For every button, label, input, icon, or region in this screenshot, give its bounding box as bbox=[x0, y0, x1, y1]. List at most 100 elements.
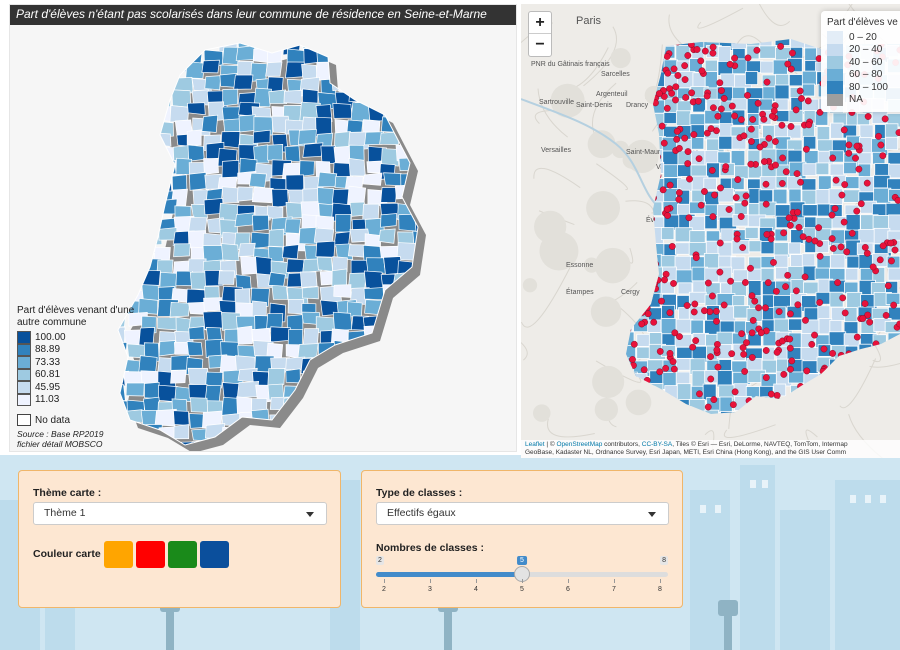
color-button-orange[interactable] bbox=[104, 541, 133, 568]
legend-swatch bbox=[17, 331, 31, 344]
nb-classes-slider[interactable]: 2 8 5 2 3 4 5 6 7 8 bbox=[376, 556, 668, 596]
chevron-down-icon bbox=[306, 512, 314, 517]
leaflet-legend-row: 60 – 80 bbox=[827, 68, 900, 81]
leaflet-legend-row: 0 – 20 bbox=[827, 31, 900, 44]
leaflet-legend-label: NA bbox=[849, 94, 863, 106]
chevron-down-icon bbox=[648, 512, 656, 517]
static-map-legend: Part d'élèves venant d'une autre commune… bbox=[17, 305, 147, 449]
leaflet-legend-swatch bbox=[827, 31, 843, 44]
leaflet-map[interactable]: Paris Argenteuil Saint-Denis Drancy Sarcelle… bbox=[521, 4, 900, 458]
leaflet-legend-label: 0 – 20 bbox=[849, 31, 877, 43]
place-label: Argenteuil bbox=[596, 91, 628, 98]
slider-tick bbox=[568, 579, 569, 583]
slider-tick bbox=[384, 579, 385, 583]
osm-link[interactable]: OpenStreetMap bbox=[556, 441, 602, 448]
slider-tick-label: 2 bbox=[382, 586, 386, 593]
communes-layer bbox=[118, 43, 418, 445]
legend-row: 100.00 bbox=[17, 331, 147, 344]
leaflet-legend-row: 80 – 100 bbox=[827, 81, 900, 94]
leaflet-legend-label: 80 – 100 bbox=[849, 81, 888, 93]
slider-tick-label: 4 bbox=[474, 586, 478, 593]
slider-tick-label: 6 bbox=[566, 586, 570, 593]
source-line-1: Source : Base RP2019 bbox=[17, 429, 104, 439]
map-title: Part d'élèves n'étant pas scolarisés dan… bbox=[10, 5, 516, 25]
legend-no-data: No data bbox=[17, 414, 147, 426]
slider-tick-label: 5 bbox=[520, 586, 524, 593]
slider-tick bbox=[430, 579, 431, 583]
legend-no-data-label: No data bbox=[35, 414, 71, 426]
color-button-green[interactable] bbox=[168, 541, 197, 568]
legend-value: 45.95 bbox=[35, 381, 61, 393]
theme-select-value: Thème 1 bbox=[44, 507, 86, 519]
theme-select[interactable]: Thème 1 bbox=[33, 502, 327, 525]
theme-controls-panel: Thème carte : Thème 1 Couleur carte : bbox=[18, 470, 341, 608]
leaflet-legend-label: 40 – 60 bbox=[849, 56, 883, 68]
class-type-select[interactable]: Effectifs égaux bbox=[376, 502, 669, 525]
color-label: Couleur carte : bbox=[33, 548, 108, 560]
leaflet-legend-swatch bbox=[827, 81, 843, 94]
leaflet-legend-row: 20 – 40 bbox=[827, 43, 900, 56]
place-label: Sartrouville bbox=[539, 99, 574, 106]
attribution-tiles: , Tiles © Esri — Esri, DeLorme, NAVTEQ, … bbox=[672, 441, 848, 448]
leaflet-legend-swatch bbox=[827, 68, 843, 81]
attribution-line-2: GeoBase, Kadaster NL, Ordnance Survey, E… bbox=[525, 449, 847, 456]
legend-value: 11.03 bbox=[35, 394, 60, 406]
legend-value: 88.89 bbox=[35, 344, 61, 356]
slider-value-label: 5 bbox=[517, 556, 527, 565]
leaflet-legend-row: 40 – 60 bbox=[827, 56, 900, 69]
place-label: Paris bbox=[576, 15, 602, 27]
legend-swatch bbox=[17, 393, 31, 406]
place-label: Sarcelles bbox=[601, 71, 630, 78]
legend-swatch bbox=[17, 343, 31, 356]
slider-tick-label: 3 bbox=[428, 586, 432, 593]
map-attribution: Leaflet | © OpenStreetMap contributors, … bbox=[521, 440, 900, 458]
slider-tick bbox=[614, 579, 615, 583]
leaflet-legend-label: 20 – 40 bbox=[849, 44, 883, 56]
legend-value: 60.81 bbox=[35, 369, 61, 381]
slider-tick bbox=[476, 579, 477, 583]
slider-tick bbox=[660, 579, 661, 583]
slider-tick-label: 7 bbox=[612, 586, 616, 593]
legend-row: 88.89 bbox=[17, 343, 147, 356]
legend-row: 11.03 bbox=[17, 393, 147, 406]
leaflet-legend-label: 60 – 80 bbox=[849, 69, 883, 81]
place-label: Drancy bbox=[626, 102, 649, 109]
slider-max-label: 8 bbox=[660, 556, 668, 565]
leaflet-link[interactable]: Leaflet bbox=[525, 441, 545, 448]
legend-no-data-swatch bbox=[17, 414, 31, 426]
zoom-out-button[interactable]: − bbox=[529, 34, 551, 56]
source-line-2: fichier détail MOBSCO bbox=[17, 439, 103, 449]
leaflet-legend-swatch bbox=[827, 43, 843, 56]
slider-tick-label: 8 bbox=[658, 586, 662, 593]
legend-value: 73.33 bbox=[35, 356, 61, 368]
place-label: Essonne bbox=[566, 262, 593, 269]
legend-row: 60.81 bbox=[17, 368, 147, 381]
zoom-in-button[interactable]: + bbox=[529, 12, 551, 34]
license-link[interactable]: CC-BY-SA bbox=[642, 441, 672, 448]
class-type-select-value: Effectifs égaux bbox=[387, 507, 456, 519]
leaflet-legend-row: NA bbox=[827, 93, 900, 106]
slider-min-label: 2 bbox=[376, 556, 384, 565]
legend-value: 100.00 bbox=[35, 331, 66, 343]
leaflet-legend-title: Part d'élèves ve bbox=[827, 17, 898, 28]
legend-row: 45.95 bbox=[17, 381, 147, 394]
class-type-label: Type de classes : bbox=[376, 487, 463, 499]
legend-swatch bbox=[17, 356, 31, 369]
class-controls-panel: Type de classes : Effectifs égaux Nombre… bbox=[361, 470, 683, 608]
legend-swatch bbox=[17, 381, 31, 394]
color-button-blue[interactable] bbox=[200, 541, 229, 568]
place-label: Saint-Denis bbox=[576, 102, 613, 109]
nb-classes-label: Nombres de classes : bbox=[376, 542, 484, 554]
place-label: Cergy bbox=[621, 289, 640, 296]
theme-label: Thème carte : bbox=[33, 487, 102, 499]
slider-tick bbox=[522, 579, 523, 583]
attribution-mid: contributors, bbox=[604, 441, 640, 448]
attribution-prefix: | © bbox=[546, 441, 555, 448]
static-choropleth-map: Part d'élèves n'étant pas scolarisés dan… bbox=[9, 4, 517, 452]
leaflet-legend-swatch bbox=[827, 93, 843, 106]
place-label: Versailles bbox=[541, 147, 571, 154]
color-button-red[interactable] bbox=[136, 541, 165, 568]
place-label: PNR du Gâtinais français bbox=[531, 61, 610, 68]
zoom-control: + − bbox=[528, 11, 552, 57]
place-label: Étampes bbox=[566, 287, 594, 296]
